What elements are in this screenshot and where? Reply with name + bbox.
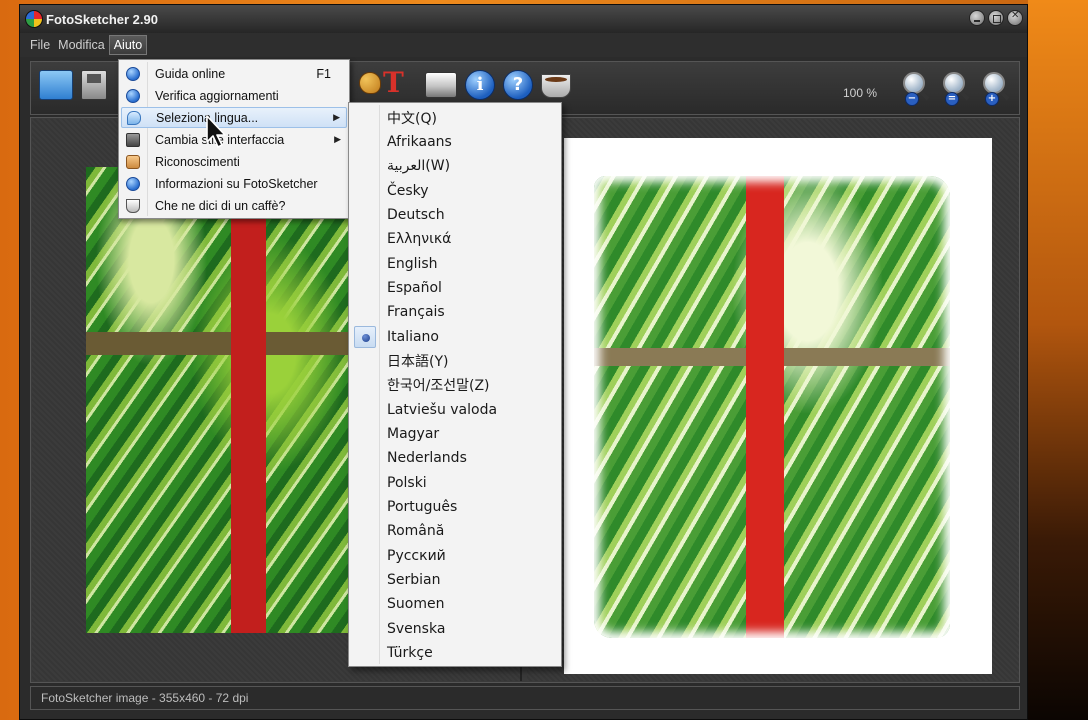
- lang-item[interactable]: 中文(Q): [351, 106, 559, 130]
- sketch-canvas: [564, 138, 992, 674]
- lang-item[interactable]: Español: [351, 276, 559, 300]
- info-icon: [126, 176, 140, 191]
- window-title: FotoSketcher 2.90: [46, 11, 158, 27]
- zoom-fit-icon[interactable]: =: [943, 72, 971, 106]
- lang-item[interactable]: Français: [351, 300, 559, 324]
- status-bar: FotoSketcher image - 355x460 - 72 dpi: [30, 686, 1020, 710]
- lang-item[interactable]: العربية(W): [351, 154, 559, 178]
- lang-item[interactable]: Nederlands: [351, 446, 559, 470]
- lang-item[interactable]: 한국어/조선말(Z): [351, 373, 559, 397]
- text-icon[interactable]: T: [383, 66, 404, 99]
- palette-icon[interactable]: [359, 72, 381, 94]
- thumbs-up-icon: [126, 154, 140, 169]
- lang-item[interactable]: English: [351, 252, 559, 276]
- lang-item[interactable]: Русский: [351, 544, 559, 568]
- print-icon[interactable]: [425, 72, 457, 98]
- lang-item[interactable]: Português: [351, 495, 559, 519]
- window-style-icon: [126, 132, 140, 147]
- lang-item[interactable]: Česky: [351, 179, 559, 203]
- menu-guida-online[interactable]: Guida online F1: [121, 63, 347, 84]
- lang-item[interactable]: Deutsch: [351, 203, 559, 227]
- lang-item[interactable]: Suomen: [351, 592, 559, 616]
- menu-verifica-aggiornamenti[interactable]: Verifica aggiornamenti: [121, 85, 347, 106]
- menu-riconoscimenti[interactable]: Riconoscimenti: [121, 151, 347, 172]
- menu-aiuto[interactable]: Aiuto: [108, 35, 148, 55]
- lang-item[interactable]: Latviešu valoda: [351, 398, 559, 422]
- help-globe-icon: [126, 66, 140, 81]
- minimize-button[interactable]: [969, 10, 985, 26]
- submenu-arrow-icon: ▶: [334, 134, 341, 144]
- title-bar[interactable]: FotoSketcher 2.90: [20, 5, 1027, 33]
- globe-icon: [126, 88, 140, 103]
- menu-seleziona-lingua[interactable]: Seleziona lingua... ▶: [121, 107, 347, 128]
- original-parrot-image: [86, 167, 348, 633]
- submenu-arrow-icon: ▶: [333, 112, 340, 122]
- zoom-level: 100 %: [843, 86, 878, 100]
- desktop-background: [1028, 0, 1088, 720]
- zoom-out-icon[interactable]: −: [903, 72, 931, 106]
- lang-item[interactable]: Magyar: [351, 422, 559, 446]
- menu-file[interactable]: File: [26, 35, 54, 55]
- menu-caffe[interactable]: Che ne dici di un caffè?: [121, 195, 347, 216]
- speech-bubble-icon: [127, 110, 141, 125]
- menu-cambia-stile[interactable]: Cambia stile interfaccia ▶: [121, 129, 347, 150]
- menu-informazioni[interactable]: Informazioni su FotoSketcher: [121, 173, 347, 194]
- menu-modifica[interactable]: Modifica: [54, 35, 109, 55]
- lang-item[interactable]: Serbian: [351, 568, 559, 592]
- close-button[interactable]: [1007, 10, 1023, 26]
- app-logo-icon: [25, 10, 43, 28]
- lang-item[interactable]: Ελληνικά: [351, 227, 559, 251]
- open-folder-icon[interactable]: [39, 70, 73, 100]
- coffee-icon[interactable]: [541, 74, 571, 98]
- lang-item[interactable]: Svenska: [351, 617, 559, 641]
- zoom-in-icon[interactable]: +: [983, 72, 1011, 106]
- coffee-cup-icon: [126, 198, 140, 213]
- lang-item-selected[interactable]: Italiano: [351, 325, 559, 349]
- lang-item[interactable]: Română: [351, 519, 559, 543]
- sketched-parrot-image: [594, 176, 950, 638]
- info-icon[interactable]: i: [465, 70, 495, 100]
- help-menu: Guida online F1 Verifica aggiornamenti S…: [118, 59, 350, 219]
- help-icon[interactable]: ?: [503, 70, 533, 100]
- lang-item[interactable]: Polski: [351, 471, 559, 495]
- radio-selected-icon: [354, 326, 376, 348]
- language-submenu: 中文(Q) Afrikaans العربية(W) Česky Deutsch…: [348, 102, 562, 667]
- mouse-cursor-icon: [206, 115, 226, 148]
- maximize-button[interactable]: [988, 10, 1004, 26]
- lang-item[interactable]: Afrikaans: [351, 130, 559, 154]
- save-icon[interactable]: [81, 70, 107, 100]
- menu-bar: File Modifica Aiuto: [20, 33, 1027, 57]
- sketch-result-panel[interactable]: [527, 119, 1019, 681]
- lang-item[interactable]: 日本語(Y): [351, 349, 559, 373]
- lang-item[interactable]: Türkçe: [351, 641, 559, 665]
- window-controls: [969, 10, 1023, 26]
